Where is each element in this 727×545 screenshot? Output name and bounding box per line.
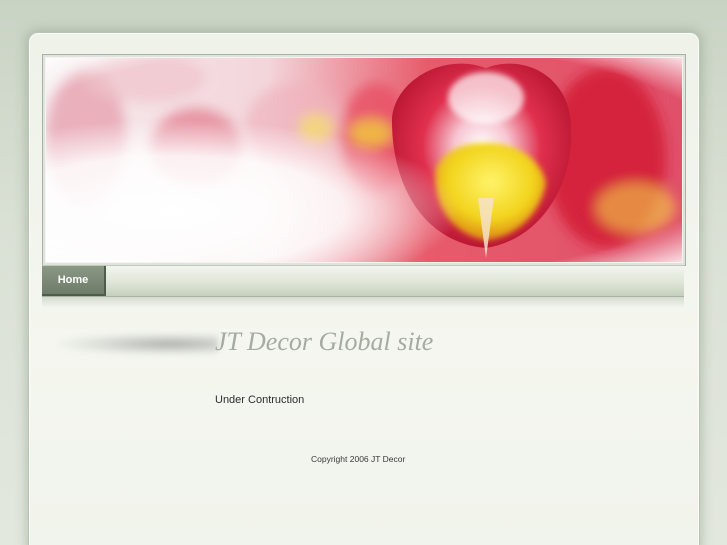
tulip-photo — [46, 58, 682, 262]
page-title: JT Decor Global site — [215, 327, 434, 356]
nav-bar: Home — [42, 265, 684, 297]
title-shadow-decoration — [58, 333, 218, 355]
tulip-illustration — [46, 58, 682, 262]
nav-shadow — [42, 296, 684, 308]
nav-item-home[interactable]: Home — [42, 266, 106, 296]
header-banner — [42, 54, 686, 266]
status-text: Under Contruction — [215, 394, 305, 406]
footer-copyright: Copyright 2006 JT Decor — [311, 454, 406, 464]
